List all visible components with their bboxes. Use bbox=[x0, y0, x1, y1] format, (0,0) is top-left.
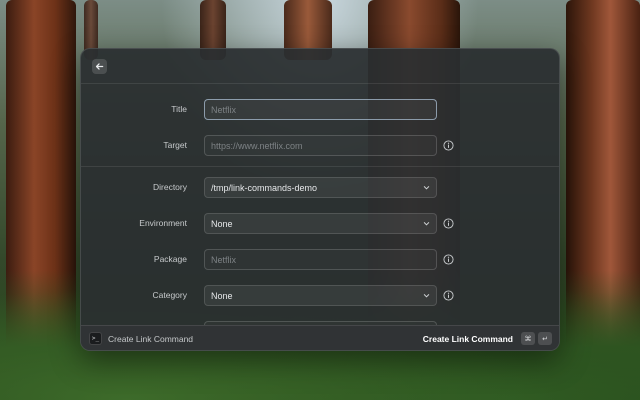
title-label: Title bbox=[171, 104, 187, 114]
category-row: Category None bbox=[81, 285, 559, 307]
create-link-command-window: Title Netflix Target https://www.netflix… bbox=[80, 48, 560, 351]
directory-dropdown[interactable]: /tmp/link-commands-demo bbox=[204, 177, 437, 198]
target-label: Target bbox=[163, 140, 187, 150]
target-input[interactable]: https://www.netflix.com bbox=[204, 135, 437, 156]
info-circle-icon[interactable] bbox=[443, 140, 454, 151]
directory-row: Directory /tmp/link-commands-demo bbox=[81, 177, 559, 199]
link-command-form: Title Netflix Target https://www.netflix… bbox=[81, 85, 559, 325]
target-row: Target https://www.netflix.com bbox=[81, 135, 559, 157]
directory-label: Directory bbox=[152, 182, 187, 192]
info-circle-icon[interactable] bbox=[443, 218, 454, 229]
back-button[interactable] bbox=[92, 59, 107, 74]
package-row: Package Netflix bbox=[81, 249, 559, 271]
command-key-icon: ⌘ bbox=[521, 332, 535, 345]
title-row: Title Netflix bbox=[81, 99, 559, 121]
create-link-command-button[interactable]: Create Link Command bbox=[423, 334, 513, 344]
environment-dropdown[interactable]: None bbox=[204, 213, 437, 234]
category-value: None bbox=[211, 291, 233, 301]
chevron-down-icon bbox=[423, 222, 430, 226]
footer-title: Create Link Command bbox=[108, 334, 194, 344]
chevron-down-icon bbox=[423, 294, 430, 298]
environment-label: Environment bbox=[139, 218, 187, 228]
environment-value: None bbox=[211, 219, 233, 229]
arrow-left-icon bbox=[95, 63, 104, 70]
window-toolbar bbox=[81, 49, 559, 84]
package-input[interactable]: Netflix bbox=[204, 249, 437, 270]
return-key-icon: ↵ bbox=[538, 332, 552, 345]
environment-row: Environment None bbox=[81, 213, 559, 235]
category-label: Category bbox=[152, 290, 188, 300]
terminal-icon: >_ bbox=[89, 332, 102, 345]
info-circle-icon[interactable] bbox=[443, 290, 454, 301]
title-input[interactable]: Netflix bbox=[204, 99, 437, 120]
action-bar: >_ Create Link Command Create Link Comma… bbox=[81, 325, 559, 350]
chevron-down-icon bbox=[423, 186, 430, 190]
category-dropdown[interactable]: None bbox=[204, 285, 437, 306]
package-label: Package bbox=[153, 254, 187, 264]
directory-value: /tmp/link-commands-demo bbox=[211, 183, 318, 193]
info-circle-icon[interactable] bbox=[443, 254, 454, 265]
section-divider bbox=[81, 166, 559, 167]
